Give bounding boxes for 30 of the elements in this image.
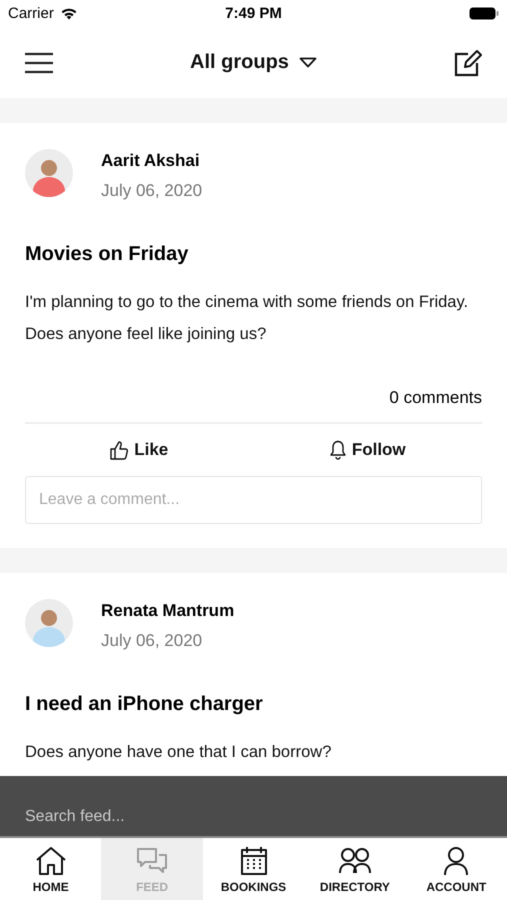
avatar-icon (25, 149, 73, 197)
home-icon (34, 844, 68, 876)
thumbs-up-icon (110, 440, 128, 460)
comment-count[interactable]: 0 comments (389, 388, 482, 408)
follow-button[interactable]: Follow (254, 424, 482, 476)
post-date: July 06, 2020 (101, 181, 202, 201)
menu-button[interactable] (24, 52, 54, 74)
post-title: Movies on Friday (25, 243, 190, 266)
post-title: I need an iPhone charger (25, 693, 264, 716)
tab-item[interactable]: DIRECTORY (304, 838, 406, 900)
post-body: Does anyone have one that I can borrow? (25, 742, 332, 763)
avatar-icon (25, 599, 73, 647)
search-field[interactable]: Search feed... (0, 776, 507, 836)
compose-button[interactable] (452, 48, 483, 76)
tab-item[interactable]: ACCOUNT (406, 838, 507, 900)
battery-icon (468, 7, 499, 20)
author-name[interactable]: Aarit Akshai (101, 151, 202, 171)
group-dropdown[interactable]: All groups (190, 51, 317, 74)
tab-item[interactable]: HOME (0, 838, 102, 900)
tab-item[interactable]: BOOKINGS (202, 838, 304, 900)
bell-icon (330, 440, 346, 460)
post-body: I'm planning to go to the cinema with some friends on Friday. Does anyone feel like joining us? (25, 292, 470, 345)
post-date: July 06, 2020 (101, 631, 204, 651)
like-button[interactable]: Like (25, 424, 254, 476)
carrier-label: Carrier (8, 5, 54, 22)
comment-field[interactable]: Leave a comment... (25, 476, 482, 524)
wifi-icon (60, 7, 78, 20)
caret-icon (298, 57, 317, 68)
author-name[interactable]: Renata Mantrum (101, 601, 234, 621)
clock-time: 7:49 PM (225, 5, 282, 22)
